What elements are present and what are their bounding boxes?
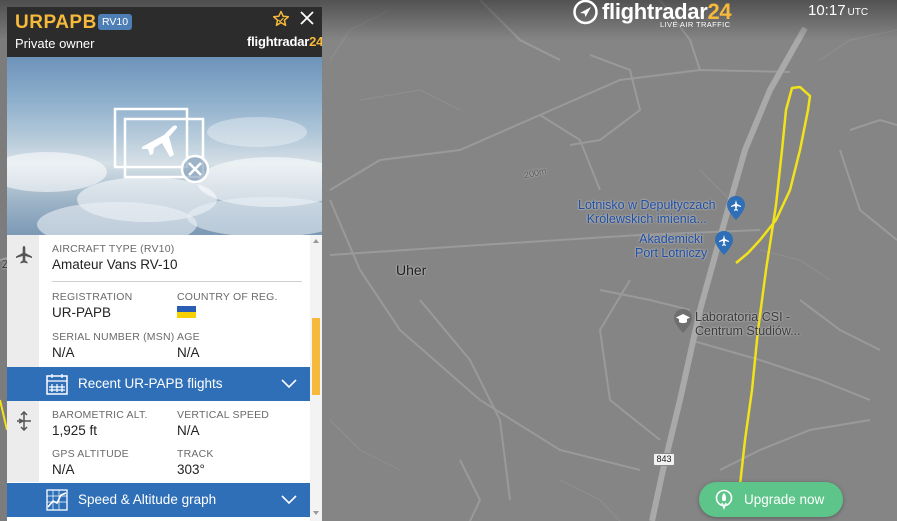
poi-lab-label[interactable]: Laboratoria CSI - Centrum Studiów...: [695, 310, 801, 338]
registration-value: UR-PAPB: [52, 305, 112, 320]
close-icon[interactable]: [299, 10, 315, 26]
logo-tagline: LIVE AIR TRAFFIC: [660, 20, 731, 29]
upgrade-button[interactable]: Upgrade now: [699, 482, 843, 517]
poi-lab-line-2: Centrum Studiów...: [695, 324, 801, 338]
divider: [52, 281, 302, 282]
logo-icon: [573, 0, 598, 25]
speed-altitude-graph-button[interactable]: Speed & Altitude graph: [7, 483, 310, 517]
panel-brand-name: flightradar: [247, 34, 310, 49]
star-icon[interactable]: [272, 10, 290, 28]
poi-airport-line-2: Królewskich imienia...: [586, 212, 707, 226]
scroll-up-arrow-icon[interactable]: [313, 239, 319, 243]
aircraft-type-label: AIRCRAFT TYPE (RV10): [52, 243, 175, 255]
track-value: 303°: [177, 462, 205, 477]
poi-airport-label[interactable]: Lotnisko w Depułtyczach Królewskich imie…: [578, 198, 716, 226]
registration-label: REGISTRATION: [52, 291, 133, 303]
rocket-icon: [715, 489, 733, 510]
clock-timezone: UTC: [847, 7, 869, 18]
type-badge: RV10: [98, 14, 133, 30]
scroll-down-arrow-icon[interactable]: [313, 511, 319, 515]
aircraft-panel: URPAPB RV10 Private owner flightradar24: [7, 7, 322, 521]
age-value: N/A: [177, 345, 200, 360]
chevron-down-icon-2: [281, 495, 297, 505]
upgrade-label: Upgrade now: [744, 492, 825, 507]
graph-icon: [46, 489, 68, 511]
panel-brand-accent: 24: [309, 34, 322, 49]
panel-details[interactable]: AIRCRAFT TYPE (RV10) Amateur Vans RV-10 …: [7, 235, 322, 521]
airport-pin-icon-2[interactable]: [714, 230, 734, 256]
town-label[interactable]: Uher: [396, 263, 426, 277]
baro-alt-value: 1,925 ft: [52, 423, 98, 438]
aircraft-photo-placeholder: [7, 57, 322, 235]
baro-alt-label: BAROMETRIC ALT.: [52, 409, 148, 421]
vertical-speed-value: N/A: [177, 423, 200, 438]
airport-pin-icon[interactable]: [726, 195, 746, 221]
flight-info-section: BAROMETRIC ALT. 1,925 ft VERTICAL SPEED …: [7, 401, 310, 482]
graph-label: Speed & Altitude graph: [78, 492, 217, 507]
clock-time: 10:17: [808, 2, 846, 19]
serial-value: N/A: [52, 345, 75, 360]
utc-clock: 10:17 UTC: [808, 2, 868, 19]
serial-label: SERIAL NUMBER (MSN): [52, 331, 175, 343]
poi-port-line-2: Port Lotniczy: [635, 246, 708, 260]
panel-brand: flightradar24: [247, 34, 322, 49]
callsign: URPAPB: [15, 12, 97, 33]
panel-header: URPAPB RV10 Private owner flightradar24: [7, 7, 322, 57]
calendar-icon: [46, 374, 68, 395]
vertical-speed-label: VERTICAL SPEED: [177, 409, 270, 421]
country-label: COUNTRY OF REG.: [177, 291, 278, 303]
education-pin-icon[interactable]: [673, 308, 693, 334]
poi-port-label[interactable]: Akademicki Port Lotniczy: [635, 232, 707, 260]
recent-flights-button[interactable]: Recent UR-PAPB flights: [7, 367, 310, 401]
aircraft-type-value: Amateur Vans RV-10: [52, 257, 178, 272]
owner-label: Private owner: [15, 36, 95, 51]
road-number-badge: 843: [653, 453, 675, 466]
track-label: TRACK: [177, 448, 214, 460]
age-label: AGE: [177, 331, 200, 343]
scrollbar-thumb[interactable]: [312, 318, 320, 396]
gps-alt-value: N/A: [52, 462, 75, 477]
ukraine-flag-icon: [177, 306, 196, 318]
recent-flights-label: Recent UR-PAPB flights: [78, 376, 223, 391]
poi-lab-line-1: Laboratoria CSI -: [695, 310, 791, 324]
panel-scrollbar[interactable]: [310, 235, 322, 521]
poi-airport-line-1: Lotnisko w Depułtyczach: [578, 198, 716, 212]
aircraft-info-section: AIRCRAFT TYPE (RV10) Amateur Vans RV-10 …: [7, 235, 310, 367]
poi-port-line-1: Akademicki: [639, 232, 704, 246]
gps-alt-label: GPS ALTITUDE: [52, 448, 129, 460]
chevron-down-icon: [281, 379, 297, 389]
no-photo-icon: [113, 107, 210, 184]
